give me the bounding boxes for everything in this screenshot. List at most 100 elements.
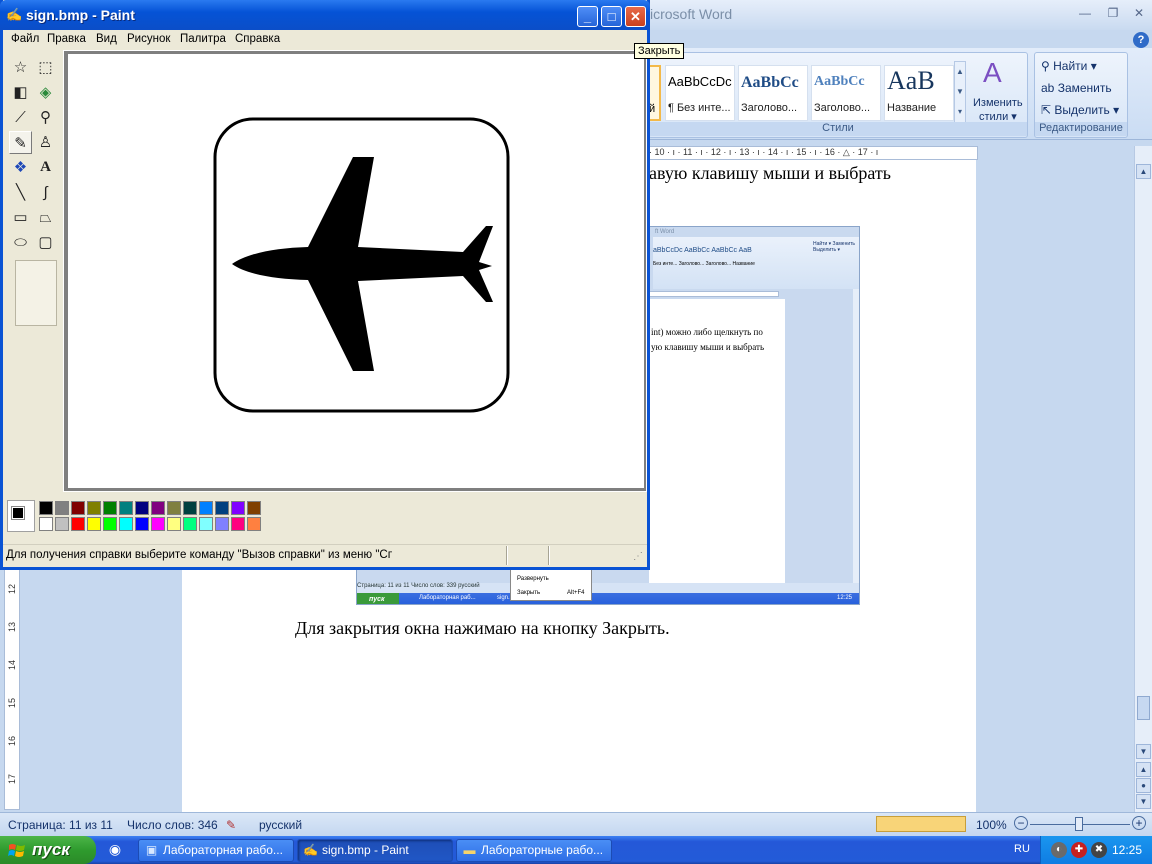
color-swatch[interactable] xyxy=(71,517,85,531)
color-swatch[interactable] xyxy=(231,501,245,515)
zoom-slider-thumb[interactable] xyxy=(1075,817,1083,831)
maximize-button[interactable]: □ xyxy=(601,6,622,27)
word-close-button[interactable]: ✕ xyxy=(1130,6,1148,20)
free-select-icon[interactable]: ☆ xyxy=(9,56,32,79)
zoom-in-button[interactable]: + xyxy=(1132,816,1146,830)
text-tool-icon[interactable]: A xyxy=(34,156,57,179)
color-swatch[interactable] xyxy=(247,517,261,531)
vertical-scrollbar[interactable]: ▲ ▼ ▲ ● ▼ xyxy=(1134,146,1152,812)
shield-icon[interactable]: ✚ xyxy=(1071,842,1087,858)
status-words[interactable]: Число слов: 346 xyxy=(127,818,218,832)
eraser-icon[interactable]: ◧ xyxy=(9,81,32,104)
style-box-partial[interactable]: й xyxy=(649,65,661,121)
tool-options[interactable] xyxy=(15,260,57,326)
rect-select-icon[interactable]: ⬚ xyxy=(34,56,57,79)
prev-page-button[interactable]: ▲ xyxy=(1136,762,1151,777)
color-swatch[interactable] xyxy=(135,501,149,515)
zoom-out-button[interactable]: − xyxy=(1014,816,1028,830)
color-swatch[interactable] xyxy=(151,501,165,515)
color-swatch[interactable] xyxy=(119,517,133,531)
status-page[interactable]: Страница: 11 из 11 xyxy=(8,818,113,832)
browse-object-button[interactable]: ● xyxy=(1136,778,1151,793)
close-button[interactable]: ✕ xyxy=(625,6,646,27)
pencil-icon[interactable]: ✎ xyxy=(9,131,32,154)
find-button[interactable]: ⚲ Найти ▾ xyxy=(1041,59,1097,73)
help-icon[interactable]: ? xyxy=(1133,32,1149,48)
color-swatch[interactable] xyxy=(103,517,117,531)
scroll-up-button[interactable]: ▲ xyxy=(1136,164,1151,179)
color-picker-icon[interactable]: ⟋ xyxy=(9,106,32,129)
style-title[interactable]: AaB Название xyxy=(884,65,954,121)
color-swatch[interactable] xyxy=(71,501,85,515)
color-swatch[interactable] xyxy=(151,517,165,531)
menu-view[interactable]: Вид xyxy=(96,33,117,45)
word-minimize-button[interactable]: — xyxy=(1076,6,1094,20)
canvas[interactable] xyxy=(68,54,644,488)
fill-icon[interactable]: ◈ xyxy=(34,81,57,104)
color-swatch[interactable] xyxy=(183,501,197,515)
color-swatch[interactable] xyxy=(199,501,213,515)
scroll-down-button[interactable]: ▼ xyxy=(1136,744,1151,759)
horizontal-ruler[interactable]: · 10 · ı · 11 · ı · 12 · ı · 13 · ı · 14… xyxy=(648,146,978,160)
current-colors[interactable] xyxy=(7,500,35,532)
rounded-rect-icon[interactable]: ▢ xyxy=(34,231,57,254)
styles-scroll[interactable]: ▲ ▼ ▾ xyxy=(954,61,966,123)
color-swatch[interactable] xyxy=(215,517,229,531)
color-swatch[interactable] xyxy=(55,501,69,515)
ellipse-icon[interactable]: ⬭ xyxy=(9,231,32,254)
language-indicator[interactable]: RU xyxy=(1014,843,1030,855)
start-button[interactable]: пуск xyxy=(0,836,96,864)
change-styles-label[interactable]: Изменить xyxy=(973,97,1023,109)
network-icon[interactable]: ✖ xyxy=(1091,842,1107,858)
task-folder[interactable]: ▬ Лабораторные рабо... xyxy=(456,839,612,862)
replace-button[interactable]: ab Заменить xyxy=(1041,81,1112,95)
color-swatch[interactable] xyxy=(55,517,69,531)
vertical-ruler[interactable]: 12131415161718 xyxy=(4,565,20,822)
color-swatch[interactable] xyxy=(183,517,197,531)
scroll-thumb[interactable] xyxy=(1137,696,1150,720)
foreground-color[interactable] xyxy=(11,506,25,520)
task-paint[interactable]: ✍ sign.bmp - Paint xyxy=(297,839,453,862)
color-swatch[interactable] xyxy=(231,517,245,531)
menu-image[interactable]: Рисунок xyxy=(127,33,170,45)
rectangle-icon[interactable]: ▭ xyxy=(9,206,32,229)
task-word[interactable]: ▣ Лабораторная рабо... xyxy=(138,839,294,862)
color-swatch[interactable] xyxy=(39,501,53,515)
color-swatch[interactable] xyxy=(135,517,149,531)
change-styles-icon[interactable]: A xyxy=(983,57,1002,89)
paint-titlebar[interactable]: ✍ sign.bmp - Paint _ □ ✕ xyxy=(0,0,650,30)
resize-grip-icon[interactable]: ⋰ xyxy=(633,551,643,562)
brush-icon[interactable]: ♙ xyxy=(34,131,57,154)
color-swatch[interactable] xyxy=(87,517,101,531)
color-swatch[interactable] xyxy=(247,501,261,515)
word-restore-button[interactable]: ❐ xyxy=(1104,6,1122,20)
color-swatch[interactable] xyxy=(199,517,213,531)
spellcheck-icon[interactable]: ✎ xyxy=(226,818,236,832)
line-icon[interactable]: ╲ xyxy=(9,181,32,204)
quick-launch-icon[interactable]: ◉ xyxy=(106,841,124,859)
color-swatch[interactable] xyxy=(167,501,181,515)
minimize-button[interactable]: _ xyxy=(577,6,598,27)
color-swatch[interactable] xyxy=(215,501,229,515)
color-swatch[interactable] xyxy=(167,517,181,531)
zoom-level[interactable]: 100% xyxy=(976,818,1007,832)
select-button[interactable]: ⇱ Выделить ▾ xyxy=(1041,103,1119,117)
color-swatch[interactable] xyxy=(87,501,101,515)
menu-colors[interactable]: Палитра xyxy=(180,33,226,45)
menu-file[interactable]: Файл xyxy=(11,33,39,45)
menu-help[interactable]: Справка xyxy=(235,33,280,45)
tray-app-icon[interactable]: ◐ xyxy=(1051,842,1067,858)
magnifier-icon[interactable]: ⚲ xyxy=(34,106,57,129)
style-heading-1[interactable]: AaBbCс Заголово... xyxy=(738,65,808,121)
next-page-button[interactable]: ▼ xyxy=(1136,794,1151,809)
airbrush-icon[interactable]: ❖ xyxy=(9,156,32,179)
polygon-icon[interactable]: ⏢ xyxy=(34,206,57,229)
view-buttons[interactable] xyxy=(876,816,966,832)
color-swatch[interactable] xyxy=(39,517,53,531)
color-swatch[interactable] xyxy=(119,501,133,515)
menu-edit[interactable]: Правка xyxy=(47,33,86,45)
style-heading-2[interactable]: AaBbCc Заголово... xyxy=(811,65,881,121)
status-language[interactable]: русский xyxy=(259,818,302,832)
style-no-spacing[interactable]: AaBbCcDc ¶ Без инте... xyxy=(665,65,735,121)
curve-icon[interactable]: ∫ xyxy=(34,181,57,204)
